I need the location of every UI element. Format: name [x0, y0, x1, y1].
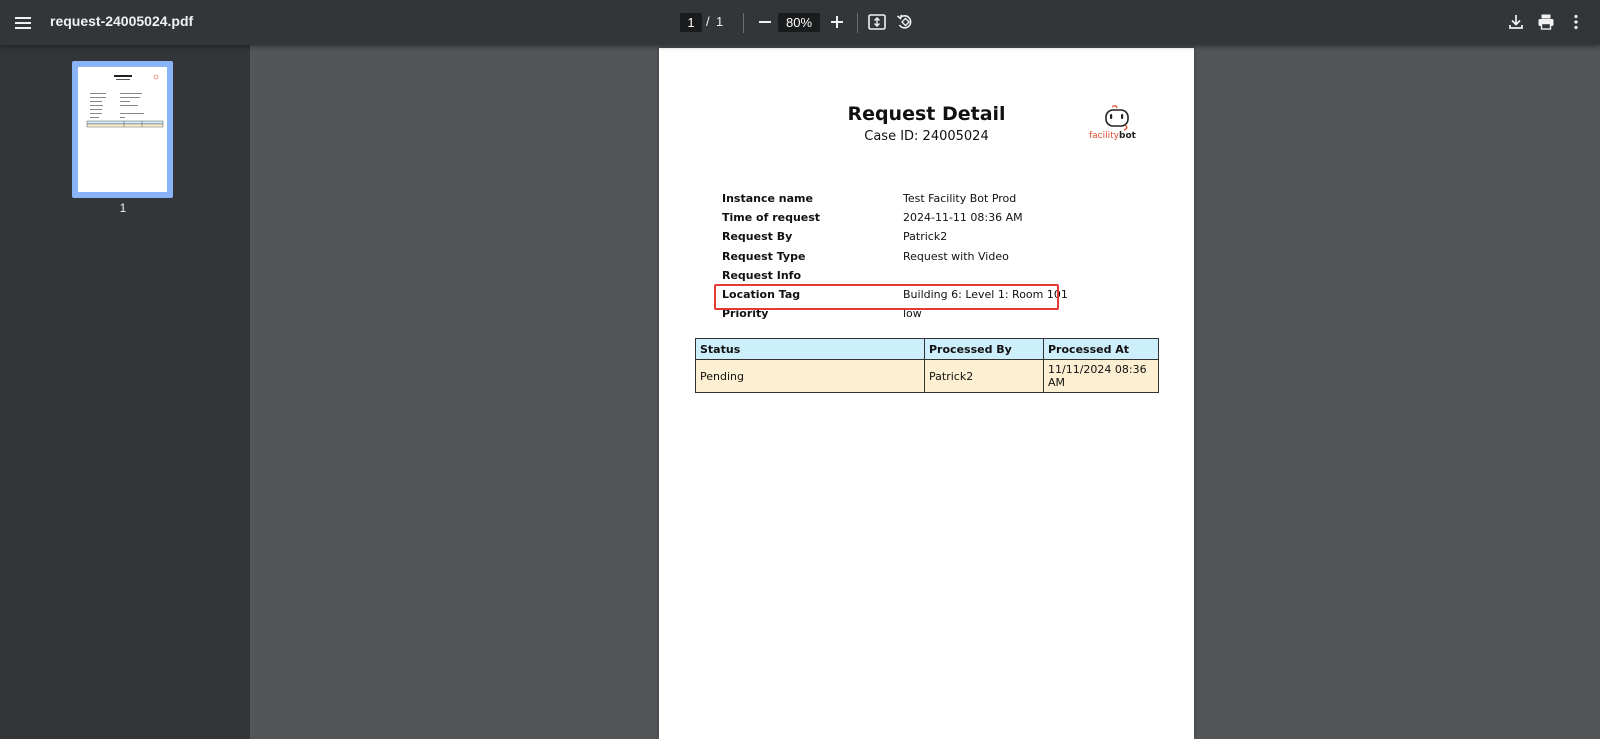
field-label: Request Type [722, 249, 806, 263]
table-header-row: Status Processed By Processed At [695, 338, 1159, 360]
more-options-icon[interactable] [1565, 11, 1587, 33]
thumbnail-sidebar: 1 [0, 45, 250, 739]
zoom-in-button[interactable] [826, 11, 848, 33]
status-history-table: Status Processed By Processed At Pending… [695, 338, 1159, 393]
field-label: Request Info [722, 268, 801, 282]
logo-text: facilitybot [1089, 131, 1136, 141]
field-value: 2024-11-11 08:36 AM [903, 211, 1023, 225]
toolbar-divider [857, 13, 858, 33]
field-value: Request with Video [903, 249, 1009, 263]
thumbnail-page-number: 1 [119, 201, 127, 215]
table-row: Pending Patrick2 11/11/2024 08:36 AM [695, 359, 1159, 393]
logo-text-facility: facility [1089, 131, 1119, 141]
cell-status: Pending [695, 359, 925, 393]
column-header-processed-at: Processed At [1043, 338, 1159, 360]
cell-processed-at: 11/11/2024 08:36 AM [1043, 359, 1159, 393]
field-label: Request By [722, 230, 793, 244]
field-value: Patrick2 [903, 230, 948, 244]
pdf-page: Request Detail Case ID: 24005024 facilit… [659, 48, 1194, 739]
field-label: Instance name [722, 192, 813, 205]
column-header-processed-by: Processed By [924, 338, 1044, 360]
toolbar-divider [743, 13, 744, 33]
column-header-status: Status [695, 338, 925, 360]
rotate-icon[interactable] [894, 11, 916, 33]
thumbnail-preview [78, 67, 167, 192]
page-number-input[interactable]: 1 [680, 13, 702, 32]
field-label: Time of request [722, 211, 821, 225]
field-value: Test Facility Bot Prod [903, 192, 1017, 205]
page-separator: / [706, 14, 710, 29]
location-tag-highlight-box [714, 284, 1059, 310]
zoom-out-button[interactable] [754, 11, 776, 33]
menu-icon[interactable] [12, 12, 34, 34]
download-icon[interactable] [1505, 11, 1527, 33]
file-title: request-24005024.pdf [50, 13, 194, 29]
pdf-toolbar: request-24005024.pdf 1 / 1 80% [0, 0, 1600, 45]
zoom-level-input[interactable]: 80% [778, 13, 820, 32]
logo-text-bot: bot [1119, 131, 1136, 141]
cell-processed-by: Patrick2 [924, 359, 1044, 393]
page-thumbnail[interactable] [72, 61, 173, 198]
total-pages: 1 [716, 14, 724, 29]
fit-to-page-icon[interactable] [866, 11, 888, 33]
print-icon[interactable] [1535, 11, 1557, 33]
